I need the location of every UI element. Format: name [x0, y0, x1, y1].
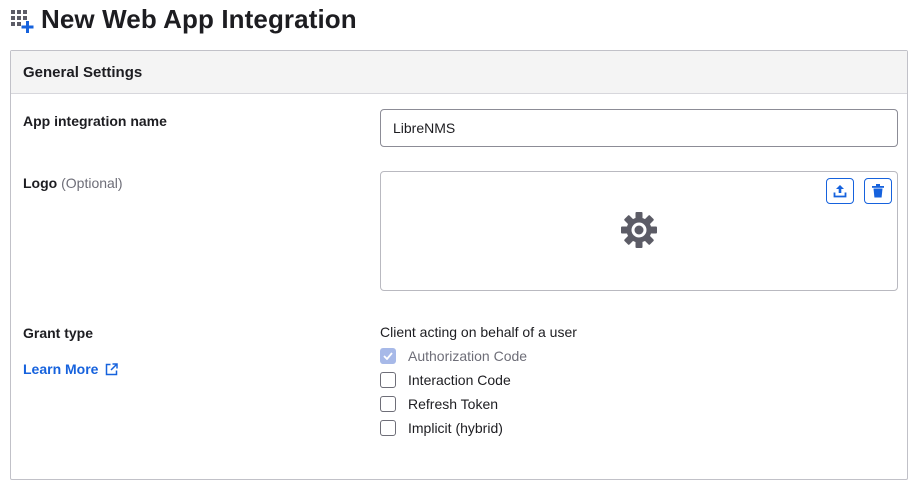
upload-logo-button[interactable]: [826, 178, 854, 204]
authorization-code-label: Authorization Code: [408, 348, 528, 364]
grant-option-refresh-token[interactable]: Refresh Token: [380, 394, 498, 414]
grant-option-authorization-code[interactable]: Authorization Code: [380, 346, 527, 366]
checkmark-icon: [383, 352, 393, 360]
implicit-hybrid-checkbox[interactable]: [380, 420, 396, 436]
grant-option-implicit-hybrid[interactable]: Implicit (hybrid): [380, 418, 503, 438]
learn-more-link[interactable]: Learn More: [23, 361, 119, 377]
external-link-icon: [106, 362, 119, 375]
interaction-code-label: Interaction Code: [408, 372, 511, 388]
grant-option-interaction-code[interactable]: Interaction Code: [380, 370, 511, 390]
page-header: New Web App Integration: [10, 2, 357, 36]
grid-plus-icon: [11, 10, 34, 33]
grant-type-heading: Client acting on behalf of a user: [380, 324, 577, 340]
delete-logo-button[interactable]: [864, 178, 892, 204]
trash-icon: [872, 184, 884, 198]
logo-label: Logo (Optional): [23, 175, 123, 191]
gear-icon: [621, 212, 657, 248]
panel-header: General Settings: [11, 51, 907, 94]
grant-type-label: Grant type: [23, 325, 94, 341]
logo-optional-text: (Optional): [61, 175, 123, 191]
page-title: New Web App Integration: [41, 3, 357, 34]
implicit-hybrid-label: Implicit (hybrid): [408, 420, 503, 436]
learn-more-text: Learn More: [23, 361, 99, 377]
general-settings-panel: General Settings App integration name Lo…: [10, 50, 908, 480]
authorization-code-checkbox[interactable]: [380, 348, 396, 364]
app-name-input[interactable]: [380, 109, 898, 147]
logo-label-text: Logo: [23, 175, 58, 191]
refresh-token-label: Refresh Token: [408, 396, 499, 412]
interaction-code-checkbox[interactable]: [380, 372, 396, 388]
panel-title: General Settings: [23, 63, 143, 81]
app-name-label: App integration name: [23, 113, 167, 129]
refresh-token-checkbox[interactable]: [380, 396, 396, 412]
logo-dropzone[interactable]: [380, 171, 898, 291]
upload-icon: [833, 185, 847, 198]
